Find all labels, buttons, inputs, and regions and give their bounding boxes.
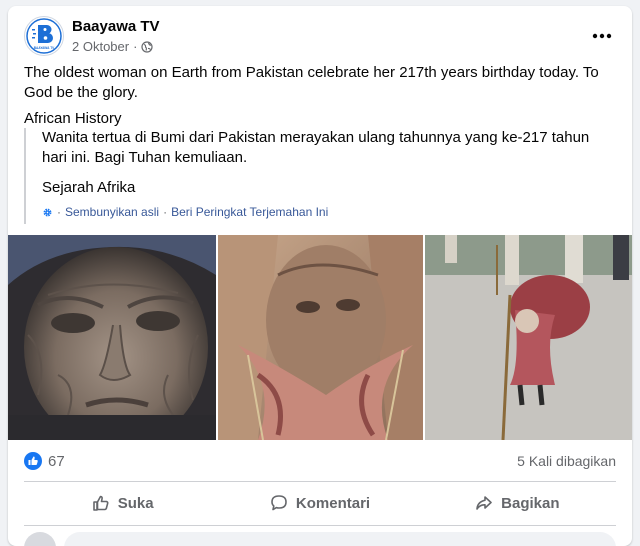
post-text: The oldest woman on Earth from Pakistan … (24, 64, 599, 101)
photo-grid (8, 235, 632, 440)
divider (24, 481, 616, 482)
elderly-woman-walking-image (425, 235, 632, 440)
elderly-face-closeup-image (8, 235, 216, 440)
baayawa-logo-icon: BAAYAWA TV (26, 18, 62, 54)
like-reaction-icon (24, 452, 42, 470)
divider (24, 525, 616, 526)
post-date[interactable]: 2 Oktober (72, 39, 129, 54)
post-body: The oldest woman on Earth from Pakistan … (24, 63, 618, 135)
post-actions: Suka Komentari Bagikan (24, 485, 616, 521)
comment-icon (271, 495, 287, 511)
reaction-summary[interactable]: 67 (24, 452, 65, 470)
post-card: BAAYAWA TV Baayawa TV 2 Oktober · The ol… (8, 6, 632, 546)
photo-3[interactable] (425, 235, 632, 440)
photo-1[interactable] (8, 235, 216, 440)
post-header: BAAYAWA TV Baayawa TV 2 Oktober · (24, 16, 616, 60)
translation-subtext: Sejarah Afrika (42, 179, 136, 196)
svg-text:BAAYAWA TV: BAAYAWA TV (34, 46, 55, 50)
post-stats: 67 5 Kali dibagikan (24, 450, 616, 474)
share-button[interactable]: Bagikan (419, 485, 616, 521)
share-count[interactable]: 5 Kali dibagikan (517, 453, 616, 469)
more-options-button[interactable] (584, 18, 620, 54)
photo-2[interactable] (218, 235, 423, 440)
comment-button[interactable]: Komentari (221, 485, 418, 521)
share-label: Bagikan (501, 494, 560, 512)
like-label: Suka (117, 494, 154, 512)
elderly-woman-shawl-image (218, 235, 423, 440)
like-count: 67 (48, 452, 65, 470)
more-dots-icon (592, 33, 612, 39)
rate-translation-link[interactable]: Beri Peringkat Terjemahan Ini (171, 202, 328, 222)
share-arrow-icon (476, 496, 492, 510)
user-avatar[interactable] (24, 532, 56, 546)
hide-original-link[interactable]: Sembunyikan asli (65, 202, 159, 222)
post-subtext: African History (24, 110, 122, 127)
meta-separator: · (133, 39, 138, 54)
page-name[interactable]: Baayawa TV (72, 18, 160, 35)
translation-block: Wanita tertua di Bumi dari Pakistan mera… (24, 128, 616, 224)
comment-composer (24, 532, 616, 546)
post-meta: 2 Oktober · (72, 39, 154, 54)
like-button[interactable]: Suka (24, 485, 221, 521)
link-separator: · (57, 205, 61, 219)
globe-icon (141, 40, 154, 53)
translation-links: · Sembunyikan asli · Beri Peringkat Terj… (42, 202, 328, 222)
gear-icon (43, 208, 52, 216)
page-avatar[interactable]: BAAYAWA TV (24, 16, 64, 56)
comment-input[interactable] (64, 532, 616, 546)
translation-text: Wanita tertua di Bumi dari Pakistan mera… (42, 129, 590, 166)
thumbs-up-icon (92, 495, 109, 511)
link-separator: · (163, 205, 168, 219)
comment-label: Komentari (295, 494, 371, 512)
